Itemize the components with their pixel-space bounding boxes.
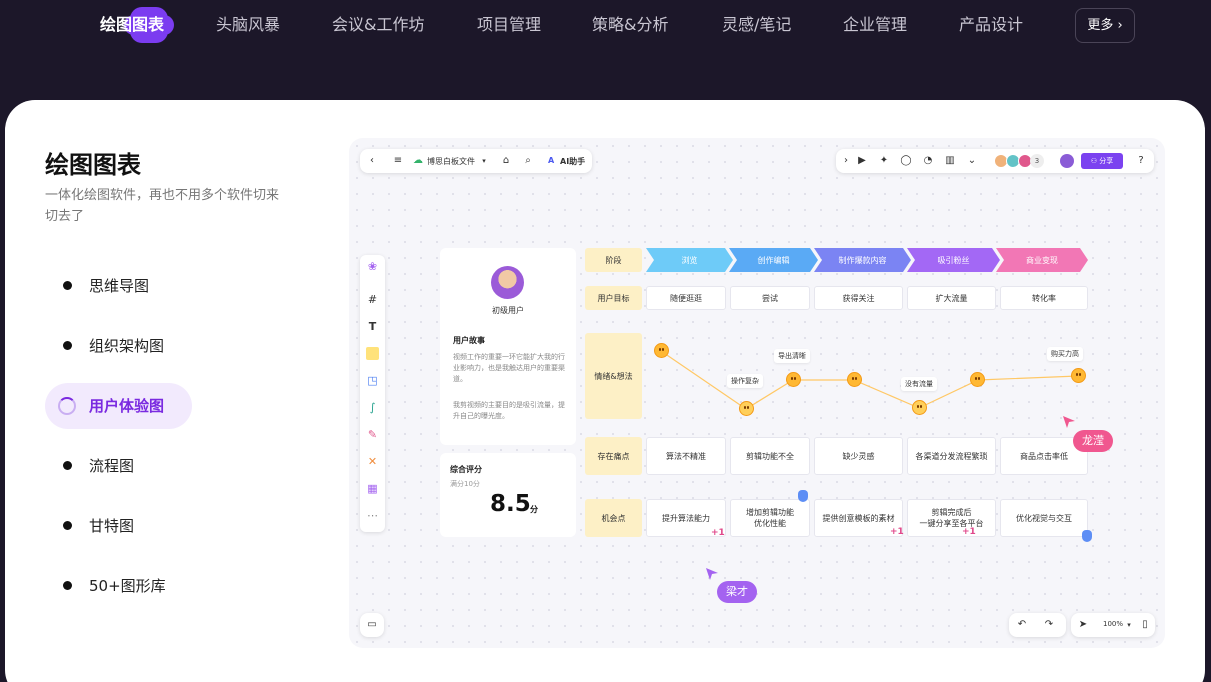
plus-one-badge: +1 [711, 528, 725, 538]
section-title: 绘图图表 [45, 151, 141, 179]
zoom-toolbar: ➤ 100% ▾ ▯ [1071, 613, 1155, 637]
redo-icon[interactable]: ↷ [1043, 619, 1055, 631]
plus-one-badge: +1 [890, 527, 904, 537]
emotion-label: 导出清晰 [774, 349, 810, 363]
nav-item-product-design[interactable]: 产品设计 [959, 13, 1023, 37]
undo-icon[interactable]: ↶ [1016, 619, 1028, 631]
pain-cell: 算法不精准 [646, 437, 726, 475]
whiteboard-preview: ‹ ≡ ☁ 博思白板文件 ▾ ⌂ ⌕ A AI助手 › ▶ ✦ ◯ ◔ ▥ ⌄ … [349, 138, 1165, 648]
bullet-icon [63, 521, 72, 530]
nav-item-label: 绘图图表 [100, 15, 165, 34]
nav-item-strategy-analysis[interactable]: 策略&分析 [592, 13, 668, 37]
thumbs-up-icon [798, 490, 808, 502]
chevron-right-icon: › [1117, 18, 1123, 33]
opportunity-cell: 优化视觉与交互 [1000, 499, 1088, 537]
emotion-label: 购买力高 [1047, 347, 1083, 361]
sad-emoji-icon [739, 401, 754, 416]
zoom-level[interactable]: 100% [1103, 620, 1123, 628]
smile-emoji-icon [970, 372, 985, 387]
nav-item-project-management[interactable]: 项目管理 [477, 13, 541, 37]
happy-emoji-icon [654, 343, 669, 358]
plus-one-badge: +1 [962, 527, 976, 537]
bullet-icon [63, 461, 72, 470]
menu-item-user-journey-map[interactable]: 用户体验图 [45, 383, 192, 429]
smile-emoji-icon [847, 372, 862, 387]
more-label: 更多 [1087, 18, 1114, 33]
nav-item-brainstorm[interactable]: 头脑风暴 [216, 13, 280, 37]
nav-item-drawing-charts[interactable]: 绘图图表 [100, 7, 174, 43]
collaborator-cursor-label: 龙滢 [1073, 430, 1113, 452]
menu-item-label: 组织架构图 [89, 337, 165, 355]
cursor-pointer-icon [706, 568, 718, 580]
minimap-toolbar: ▭ [360, 613, 384, 637]
more-button[interactable]: 更多 › [1075, 8, 1135, 43]
menu-item-label: 思维导图 [89, 277, 150, 295]
thumbs-up-icon [1082, 530, 1092, 542]
chevron-down-icon[interactable]: ▾ [1123, 619, 1135, 631]
cursor-pointer-icon [1063, 416, 1075, 428]
pain-cell: 缺少灵感 [814, 437, 903, 475]
pain-cell: 各渠道分发流程繁琐 [907, 437, 996, 475]
main-panel: 绘图图表 一体化绘图软件，再也不用多个软件切来切去了 思维导图 组织架构图 用户… [5, 100, 1205, 682]
menu-item-label: 50+图形库 [89, 577, 166, 595]
bullet-icon [63, 341, 72, 350]
smile-emoji-icon [786, 372, 801, 387]
section-subtitle: 一体化绘图软件，再也不用多个软件切来切去了 [45, 188, 280, 224]
history-toolbar: ↶ ↷ [1009, 613, 1066, 637]
emotion-label: 没有流量 [901, 377, 937, 391]
nav-item-enterprise-management[interactable]: 企业管理 [843, 13, 907, 37]
pain-cell: 剪辑功能不全 [730, 437, 810, 475]
select-cursor-icon[interactable]: ➤ [1077, 619, 1089, 631]
opportunity-cell: 剪辑完成后 一键分享至各平台 [907, 499, 996, 537]
menu-item-label: 流程图 [89, 457, 135, 475]
emotion-label: 操作复杂 [727, 374, 763, 388]
minimap-icon[interactable]: ▭ [366, 619, 378, 631]
opportunity-cell: 增加剪辑功能 优化性能 [730, 499, 810, 537]
sad-emoji-icon [912, 400, 927, 415]
menu-item-label: 甘特图 [89, 517, 135, 535]
nav-item-meeting-workshop[interactable]: 会议&工作坊 [332, 13, 424, 37]
bullet-icon [63, 281, 72, 290]
smile-emoji-icon [1071, 368, 1086, 383]
menu-item-label: 用户体验图 [89, 397, 165, 415]
bullet-icon [63, 581, 72, 590]
collaborator-cursor-label: 梁才 [717, 581, 757, 603]
top-nav: 绘图图表 头脑风暴 会议&工作坊 项目管理 策略&分析 灵感/笔记 企业管理 产… [0, 0, 1211, 50]
map-icon[interactable]: ▯ [1139, 619, 1151, 631]
emotion-curve [660, 350, 1079, 410]
loading-ring-icon [58, 397, 76, 415]
nav-item-inspiration-notes[interactable]: 灵感/笔记 [722, 13, 791, 37]
